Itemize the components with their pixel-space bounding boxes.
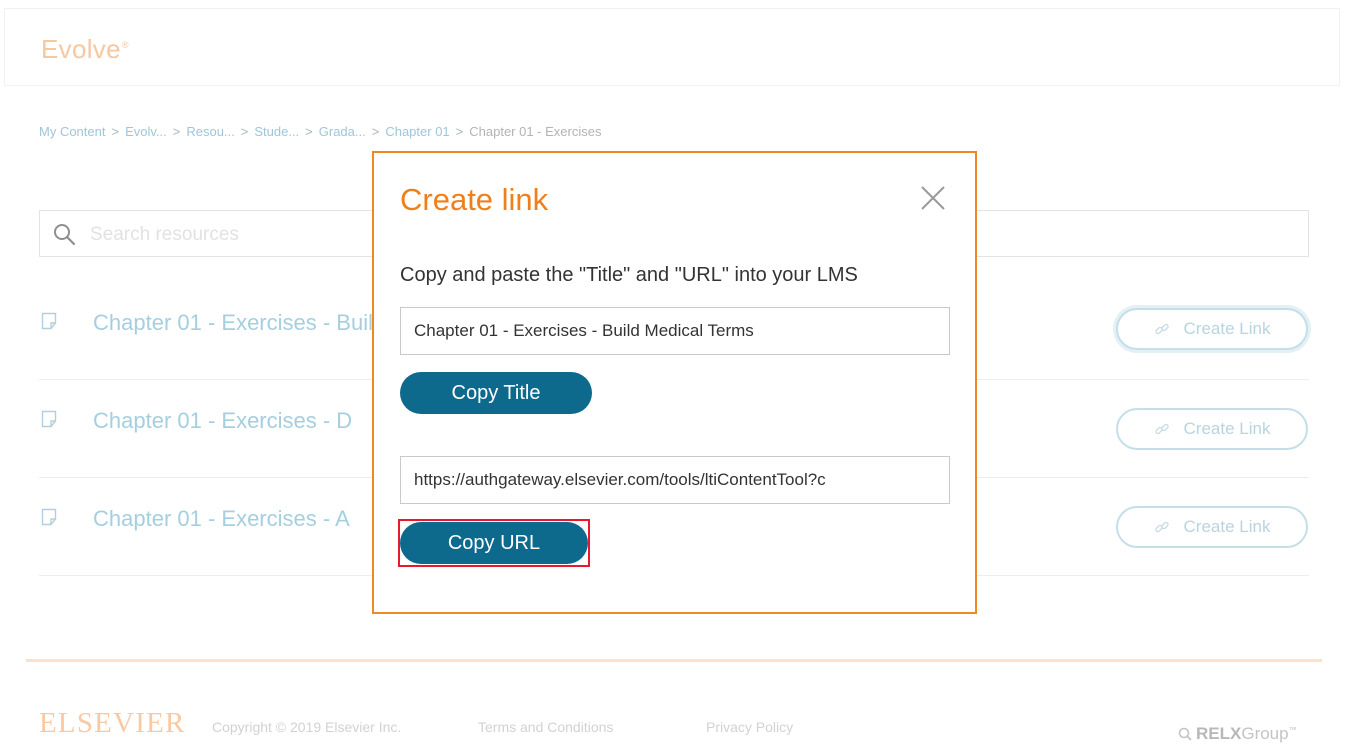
document-icon (41, 312, 57, 330)
breadcrumb-item[interactable]: Resou... (186, 124, 234, 139)
breadcrumb-separator: > (111, 124, 120, 139)
create-link-label: Create Link (1183, 517, 1271, 536)
create-link-button[interactable]: Create Link (1116, 506, 1308, 548)
create-link-button[interactable]: Create Link (1116, 308, 1308, 350)
copy-title-button[interactable]: Copy Title (400, 372, 592, 414)
elsevier-logo[interactable]: ELSEVIER (39, 707, 186, 740)
copyright-text: Copyright © 2019 Elsevier Inc. (212, 719, 402, 735)
search-placeholder: Search resources (90, 224, 239, 245)
document-icon (41, 508, 57, 526)
create-link-button[interactable]: Create Link (1116, 408, 1308, 450)
resource-title[interactable]: Chapter 01 - Exercises - D (93, 408, 352, 434)
footer-divider (26, 659, 1322, 662)
copy-url-button[interactable]: Copy URL (400, 522, 588, 564)
breadcrumb-item[interactable]: Evolv... (125, 124, 167, 139)
breadcrumb-separator: > (371, 124, 380, 139)
document-icon (41, 410, 57, 428)
breadcrumb-current: Chapter 01 - Exercises (469, 124, 602, 139)
breadcrumb-separator: > (240, 124, 249, 139)
relx-icon (1178, 727, 1192, 741)
create-link-label: Create Link (1183, 319, 1271, 338)
breadcrumb-item[interactable]: Chapter 01 (385, 124, 449, 139)
breadcrumb-separator: > (305, 124, 313, 139)
privacy-link[interactable]: Privacy Policy (706, 719, 793, 735)
close-icon[interactable] (917, 182, 949, 214)
title-field[interactable] (400, 307, 950, 355)
evolve-logo[interactable]: Evolve® (41, 34, 129, 65)
search-icon (54, 224, 76, 246)
breadcrumb-item[interactable]: My Content (39, 124, 105, 139)
breadcrumb-item[interactable]: Stude... (254, 124, 299, 139)
app-header (4, 8, 1340, 86)
relx-logo[interactable]: RELXGroup™ (1178, 724, 1297, 744)
create-link-dialog: Create link Copy and paste the "Title" a… (372, 151, 977, 614)
link-icon (1154, 521, 1169, 533)
breadcrumb-separator: > (455, 124, 464, 139)
dialog-instruction: Copy and paste the "Title" and "URL" int… (400, 264, 858, 286)
breadcrumb: My Content > Evolv... > Resou... > Stude... > Gr… (39, 124, 601, 139)
link-icon (1154, 423, 1169, 435)
breadcrumb-separator: > (172, 124, 181, 139)
dialog-title: Create link (400, 182, 549, 217)
terms-link[interactable]: Terms and Conditions (478, 719, 613, 735)
url-field[interactable] (400, 456, 950, 504)
breadcrumb-item[interactable]: Grada... (319, 124, 366, 139)
create-link-label: Create Link (1183, 419, 1271, 438)
link-icon (1154, 323, 1169, 335)
resource-title[interactable]: Chapter 01 - Exercises - A (93, 506, 350, 532)
